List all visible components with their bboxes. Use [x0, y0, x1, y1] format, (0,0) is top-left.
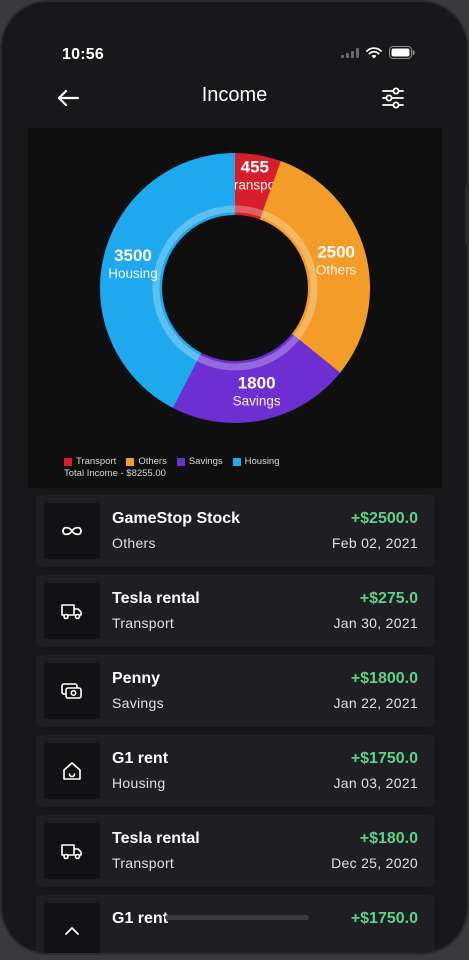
item-date: Jan 30, 2021	[333, 615, 418, 631]
item-amount: +$2500.0	[350, 510, 418, 527]
card-icon-box	[44, 583, 100, 639]
item-amount: +$275.0	[359, 590, 418, 607]
card-icon-box	[44, 503, 100, 559]
item-amount: +$180.0	[359, 830, 418, 847]
battery-icon	[389, 46, 415, 59]
list-item[interactable]: G1 rent +$1750.0	[36, 895, 434, 953]
slice-category-label: Others	[316, 263, 357, 278]
item-title: Tesla rental	[112, 590, 200, 607]
donut-hole	[169, 222, 301, 354]
infinity-icon	[62, 526, 82, 536]
phone-frame: 10:56 Income 455 Transport 2500 Others 1…	[0, 0, 469, 955]
legend-label: Savings	[188, 456, 223, 467]
legend-item-savings: Savings	[176, 456, 223, 467]
item-category: Transport	[112, 855, 175, 871]
legend-label: Others	[138, 456, 167, 467]
home-indicator[interactable]	[165, 915, 309, 920]
item-title: G1 rent	[112, 910, 169, 927]
transaction-list[interactable]: GameStop Stock Others +$2500.0 Feb 02, 2…	[36, 495, 434, 953]
legend-item-others: Others	[126, 456, 167, 467]
card-icon-box	[44, 743, 100, 799]
legend-item-housing: Housing	[232, 456, 280, 467]
item-title: G1 rent	[112, 750, 169, 767]
legend-label: Transport	[76, 456, 117, 467]
chart-legend: Transport Others Savings Housing Total I…	[64, 456, 280, 479]
home-icon	[63, 762, 81, 780]
item-category: Others	[112, 535, 156, 551]
legend-swatch	[232, 457, 241, 466]
item-title: GameStop Stock	[112, 510, 241, 527]
slice-category-label: Savings	[233, 394, 281, 409]
slice-value-label: 3500	[114, 246, 152, 265]
item-category: Housing	[112, 775, 166, 791]
legend-item-transport: Transport	[64, 456, 116, 467]
header: Income	[2, 78, 467, 118]
card-icon-box	[44, 823, 100, 879]
card-icon-box	[44, 663, 100, 719]
list-item[interactable]: Tesla rental Transport +$180.0 Dec 25, 2…	[36, 815, 434, 887]
sliders-icon	[382, 87, 404, 109]
item-date: Jan 03, 2021	[333, 775, 418, 791]
slice-value-label: 1800	[238, 374, 276, 393]
filter-button[interactable]	[379, 84, 407, 112]
list-item[interactable]: Penny Savings +$1800.0 Jan 22, 2021	[36, 655, 434, 727]
item-title: Tesla rental	[112, 830, 200, 847]
status-icons	[341, 46, 415, 59]
list-item[interactable]: GameStop Stock Others +$2500.0 Feb 02, 2…	[36, 495, 434, 567]
signal-icon	[341, 47, 359, 58]
chart-panel: 455 Transport 2500 Others 1800 Savings 3500 Hou…	[28, 128, 442, 488]
item-amount: +$1800.0	[350, 670, 418, 687]
legend-swatch	[126, 457, 135, 466]
truck-icon	[61, 604, 82, 620]
cash-icon	[61, 683, 82, 699]
wifi-icon	[366, 46, 382, 58]
list-item[interactable]: G1 rent Housing +$1750.0 Jan 03, 2021	[36, 735, 434, 807]
total-income: Total Income - $8255.00	[64, 468, 166, 479]
chevron-up-icon	[65, 927, 79, 935]
legend-swatch	[64, 457, 72, 466]
slice-value-label: 455	[241, 158, 269, 177]
income-donut-chart: 455Transport2500Others1800Savings3500Hou…	[99, 153, 370, 424]
item-date: Jan 22, 2021	[333, 695, 418, 711]
card-icon-box	[44, 903, 100, 953]
truck-icon	[61, 844, 82, 860]
item-amount: +$1750.0	[350, 750, 418, 767]
legend-swatch	[176, 457, 185, 466]
item-date: Feb 02, 2021	[331, 535, 418, 551]
side-button	[465, 185, 469, 245]
item-amount: +$1750.0	[350, 910, 418, 927]
legend-label: Housing	[244, 456, 280, 467]
list-item[interactable]: Tesla rental Transport +$275.0 Jan 30, 2…	[36, 575, 434, 647]
item-date: Dec 25, 2020	[331, 855, 418, 871]
item-category: Savings	[112, 695, 164, 711]
item-category: Transport	[112, 615, 175, 631]
slice-category-label: Housing	[108, 266, 158, 281]
status-bar: 10:56	[2, 42, 467, 68]
slice-value-label: 2500	[317, 243, 355, 262]
status-time: 10:56	[62, 46, 104, 63]
item-title: Penny	[112, 670, 161, 687]
